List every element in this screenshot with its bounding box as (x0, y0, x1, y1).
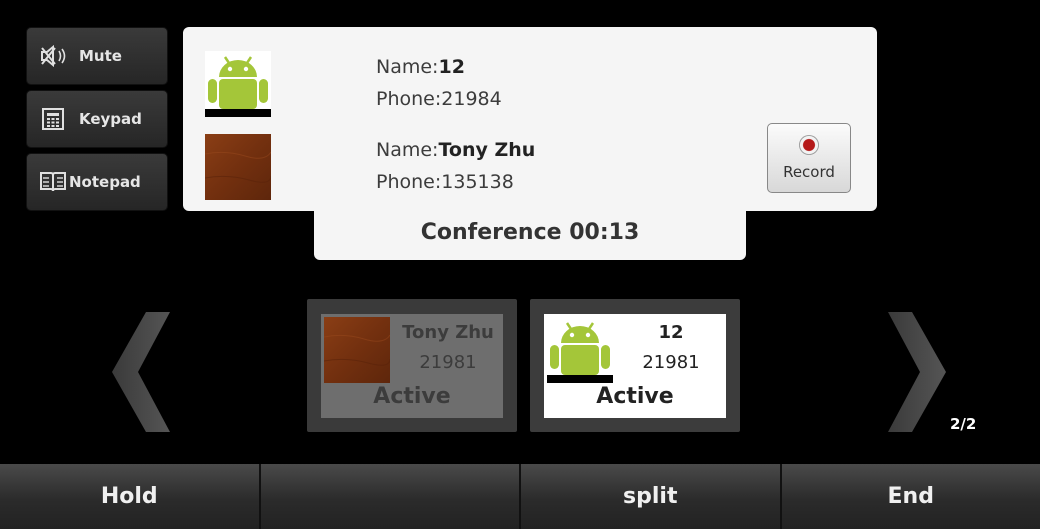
record-icon (799, 135, 819, 155)
party-2-info: Name:Tony Zhu Phone:135138 (376, 134, 535, 198)
party-2-name: Tony Zhu (438, 139, 536, 161)
party-1-info: Name:12 Phone:21984 (376, 51, 502, 115)
record-label: Record (783, 163, 835, 181)
call-name: 12 (658, 322, 684, 343)
record-button[interactable]: Record (767, 123, 851, 193)
call-tile-tony-zhu[interactable]: Tony Zhu 21981 Active (307, 299, 517, 432)
call-state: Active (373, 384, 451, 409)
end-softkey[interactable]: End (781, 464, 1040, 529)
mute-button[interactable]: Mute (26, 27, 168, 85)
notepad-label: Notepad (69, 173, 141, 191)
party-1-name-line: Name:12 (376, 51, 502, 83)
party-1-phone-label: Phone: (376, 88, 442, 110)
book-icon (39, 170, 67, 194)
page-indicator: 2/2 (950, 415, 977, 433)
party-1-phone: 21984 (441, 88, 502, 110)
conference-status: Conference 00:13 (314, 205, 746, 260)
call-state: Active (596, 384, 674, 409)
empty-softkey[interactable] (260, 464, 521, 529)
android-avatar (547, 317, 613, 383)
previous-arrow-icon[interactable] (110, 312, 178, 432)
keypad-icon (39, 107, 67, 131)
android-avatar (205, 51, 271, 117)
party-2-phone-line: Phone:135138 (376, 166, 535, 198)
speaker-muted-icon (39, 44, 67, 68)
split-softkey[interactable]: split (521, 464, 782, 529)
party-2-name-line: Name:Tony Zhu (376, 134, 535, 166)
keypad-button[interactable]: Keypad (26, 90, 168, 148)
party-2-phone: 135138 (441, 171, 514, 193)
call-tile-12[interactable]: 12 21981 Active (530, 299, 740, 432)
party-2-phone-label: Phone: (376, 171, 442, 193)
notepad-button[interactable]: Notepad (26, 153, 168, 211)
party-1-name: 12 (438, 56, 465, 78)
call-number: 21981 (419, 352, 477, 373)
call-tile-inner: Tony Zhu 21981 Active (321, 314, 503, 418)
keypad-label: Keypad (79, 110, 142, 128)
conference-card: Name:12 Phone:21984 Name:Tony Zhu Phone:… (183, 27, 877, 211)
call-name: Tony Zhu (402, 322, 494, 343)
hold-softkey[interactable]: Hold (0, 464, 261, 529)
call-tile-inner: 12 21981 Active (544, 314, 726, 418)
call-number: 21981 (642, 352, 700, 373)
party-1-name-label: Name: (376, 56, 439, 78)
leather-avatar (324, 317, 390, 383)
leather-avatar (205, 134, 271, 200)
party-2-name-label: Name: (376, 139, 439, 161)
softkey-bar: Hold split End (0, 464, 1040, 529)
mute-label: Mute (79, 47, 122, 65)
party-1-phone-line: Phone:21984 (376, 83, 502, 115)
next-arrow-icon[interactable] (880, 312, 948, 432)
